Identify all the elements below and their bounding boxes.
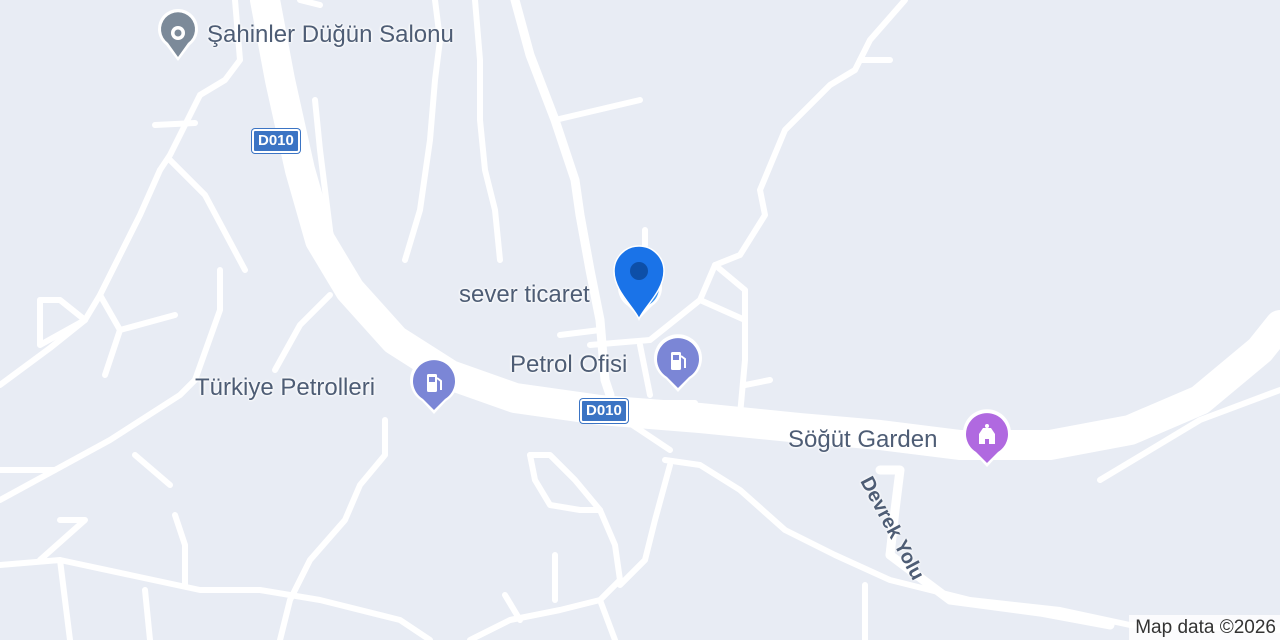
place-label-sahinler[interactable]: Şahinler Düğün Salonu	[207, 21, 454, 49]
place-label-turkiye-petrolleri[interactable]: Türkiye Petrolleri	[195, 374, 375, 402]
place-label-sever-ticaret[interactable]: sever ticaret	[459, 281, 590, 309]
road-shield-d010: D010	[252, 129, 300, 153]
map-attribution: Map data ©2026	[1129, 615, 1280, 640]
place-label-petrol-ofisi[interactable]: Petrol Ofisi	[510, 351, 627, 379]
road-shield-d010: D010	[580, 399, 628, 423]
place-label-sogut-garden[interactable]: Söğüt Garden	[788, 426, 937, 454]
map-canvas[interactable]	[0, 0, 1280, 640]
